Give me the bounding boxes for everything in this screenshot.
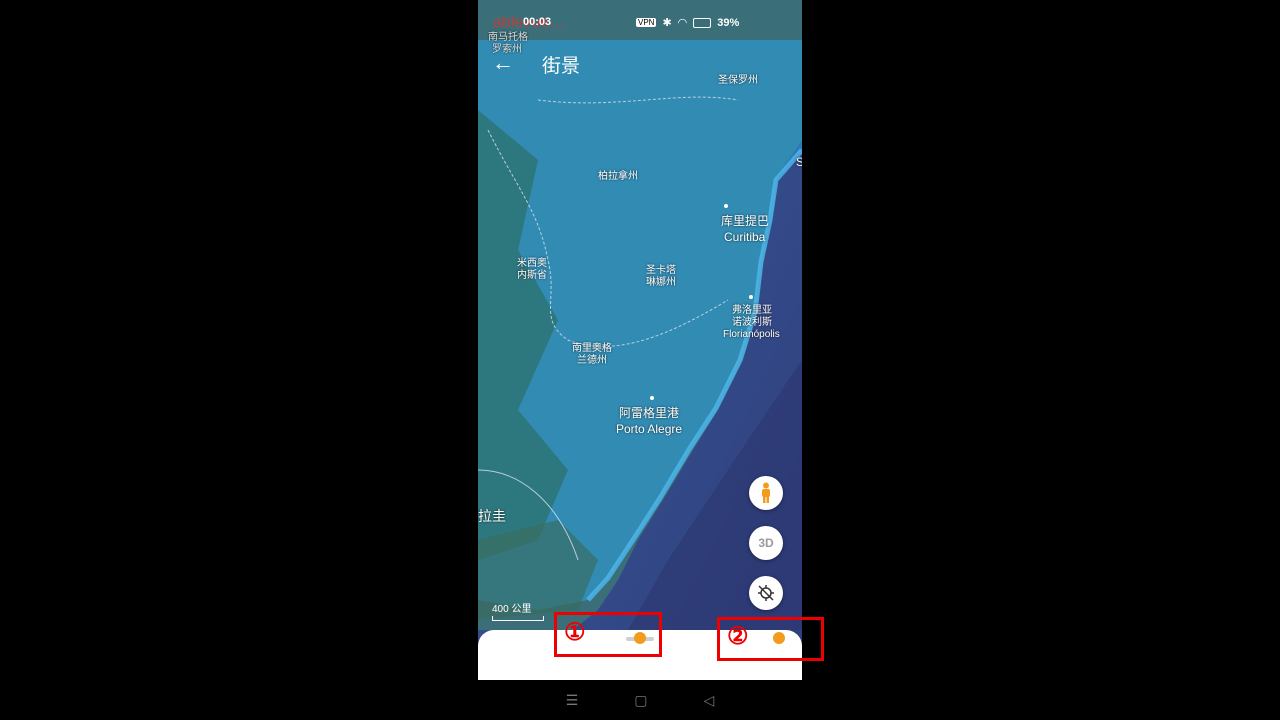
scale-label: 400 公里 [492, 604, 532, 615]
phone-screen: ablevue… 南马托格 罗索州 00:03 VPN ✱ ◠ 39% ← 街景… [478, 0, 802, 720]
battery-icon [693, 17, 712, 28]
battery-percent: 39% [717, 16, 740, 29]
status-time: 00:03 [523, 16, 552, 28]
map-view[interactable]: ablevue… 南马托格 罗索州 00:03 VPN ✱ ◠ 39% ← 街景… [478, 0, 802, 680]
map-label-curitiba-en: Curitiba [724, 230, 766, 244]
map-label-curitiba-cn: 库里提巴 [721, 214, 770, 228]
map-label-rs-1: 南里奥格 [572, 343, 612, 354]
map-label-misiones-1: 米西奥 [517, 258, 547, 269]
map-label-misiones-2: 内斯省 [517, 270, 547, 281]
map-scale: 400 公里 [492, 600, 544, 621]
back-nav-icon[interactable]: ◁ [704, 692, 715, 709]
map-label-santa-catarina-1: 圣卡塔 [646, 265, 676, 276]
vpn-badge: VPN [636, 18, 657, 27]
city-dot [749, 295, 753, 299]
compass-crossed-icon [758, 585, 774, 601]
pegman-icon [762, 482, 770, 503]
arrow-left-icon[interactable]: ← [492, 50, 514, 76]
menu-nav-icon[interactable]: ☰ [566, 692, 579, 709]
map-label-porto-alegre-en: Porto Alegre [616, 422, 683, 436]
wifi-icon: ◠ [677, 17, 688, 29]
map-label-rs-2: 兰德州 [577, 355, 607, 366]
map-label-sao-paulo: 圣保罗州 [718, 75, 758, 86]
map-label-uruguay: 拉圭 [478, 508, 506, 524]
status-icons: VPN ✱ ◠ 39% [636, 16, 739, 29]
map-label-parana: 柏拉拿州 [598, 171, 638, 182]
bluetooth-icon: ✱ [662, 17, 672, 29]
status-bar: 00:03 VPN ✱ ◠ 39% [478, 8, 802, 36]
city-dot [724, 204, 728, 208]
map-label-edge: S [796, 155, 802, 169]
home-nav-icon[interactable]: ▢ [634, 692, 647, 709]
annotation-label-2: ② [727, 623, 749, 650]
map-label-florianopolis-cn-1: 弗洛里亚 [732, 305, 772, 316]
system-nav-bar: ☰ ▢ ◁ [478, 680, 802, 720]
3d-button[interactable]: 3D [749, 526, 783, 560]
city-dot [650, 396, 654, 400]
annotation-label-1: ① [564, 619, 586, 646]
pegman-button[interactable] [749, 476, 783, 510]
page-title: 街景 [542, 56, 581, 77]
map-label-florianopolis-cn-2: 诺波利斯 [732, 317, 772, 328]
compass-button[interactable] [749, 576, 783, 610]
map-label-porto-alegre-cn: 阿雷格里港 [619, 406, 680, 420]
scale-bar [492, 616, 544, 621]
map-label-florianopolis-en: Florianópolis [723, 329, 780, 340]
map-label-santa-catarina-2: 琳娜州 [646, 277, 676, 288]
